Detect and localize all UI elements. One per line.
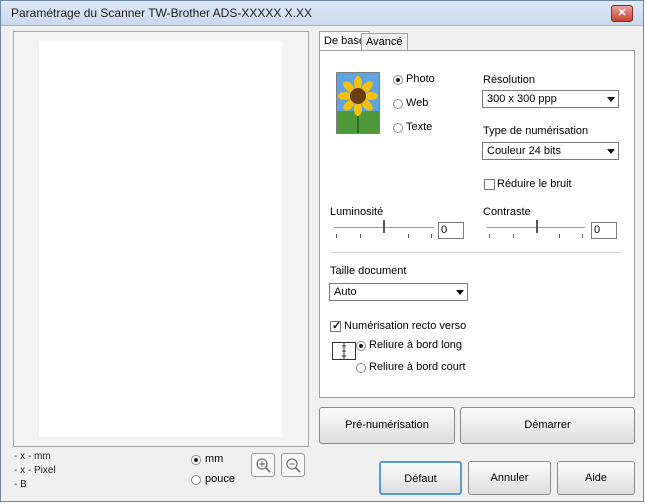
brightness-tick — [360, 234, 361, 238]
chevron-down-icon — [452, 285, 466, 299]
noise-reduction-checkbox[interactable] — [484, 179, 495, 190]
document-size-label: Taille document — [330, 265, 407, 277]
binding-short-edge-label: Reliure à bord court — [369, 361, 466, 373]
image-type-web-radio[interactable] — [393, 99, 403, 109]
cancel-button[interactable]: Annuler — [468, 461, 551, 495]
binding-long-edge-label: Reliure à bord long — [369, 339, 462, 351]
duplex-scan-label: Numérisation recto verso — [344, 320, 467, 332]
contrast-value-field[interactable]: 0 — [591, 222, 617, 239]
close-icon: ✕ — [617, 7, 627, 19]
brightness-tick — [336, 234, 337, 238]
document-size-select[interactable]: Auto — [329, 283, 468, 301]
window-title: Paramétrage du Scanner TW-Brother ADS-XX… — [11, 6, 313, 20]
brightness-slider[interactable] — [334, 220, 434, 242]
prescan-button[interactable]: Pré-numérisation — [319, 407, 455, 444]
tab-advanced[interactable]: Avancé — [361, 33, 408, 50]
brightness-tick — [431, 234, 432, 238]
section-divider — [331, 252, 621, 253]
scan-type-label: Type de numérisation — [483, 125, 589, 137]
contrast-slider[interactable] — [487, 220, 585, 242]
sunflower-icon — [337, 73, 379, 133]
preview-page — [39, 41, 282, 437]
scan-type-value: Couleur 24 bits — [487, 145, 561, 157]
contrast-tick — [582, 234, 583, 238]
resolution-value: 300 x 300 ppp — [487, 93, 557, 105]
contrast-tick — [489, 234, 490, 238]
contrast-label: Contraste — [483, 206, 531, 218]
zoom-in-button[interactable] — [251, 453, 275, 477]
help-button[interactable]: Aide — [557, 461, 635, 495]
resolution-label: Résolution — [483, 74, 535, 86]
start-button[interactable]: Démarrer — [460, 407, 635, 444]
size-bytes-readout: - B — [14, 479, 27, 490]
binding-short-edge-radio[interactable] — [356, 363, 366, 373]
resolution-select[interactable]: 300 x 300 ppp — [482, 90, 619, 108]
image-type-web-label: Web — [406, 97, 429, 109]
close-button[interactable]: ✕ — [611, 5, 633, 22]
contrast-tick — [559, 234, 560, 238]
image-type-photo-radio[interactable] — [393, 75, 403, 85]
contrast-thumb[interactable] — [536, 220, 538, 233]
image-type-preview — [336, 72, 380, 134]
image-type-text-radio[interactable] — [393, 123, 403, 133]
title-bar: Paramétrage du Scanner TW-Brother ADS-XX… — [1, 1, 643, 26]
book-binding-icon — [332, 342, 356, 360]
noise-reduction-label: Réduire le bruit — [497, 178, 572, 190]
chevron-down-icon — [603, 92, 617, 106]
size-pixel-readout: - x - Pixel — [14, 465, 56, 476]
brightness-label: Luminosité — [330, 206, 384, 218]
scanner-settings-window: Paramétrage du Scanner TW-Brother ADS-XX… — [0, 0, 644, 502]
image-type-text-label: Texte — [406, 121, 433, 133]
contrast-tick — [513, 234, 514, 238]
scan-type-select[interactable]: Couleur 24 bits — [482, 142, 619, 160]
unit-mm-label: mm — [205, 453, 224, 465]
unit-inch-radio[interactable] — [191, 475, 201, 485]
brightness-thumb[interactable] — [383, 220, 385, 233]
preview-area — [13, 31, 309, 447]
zoom-in-icon — [256, 458, 271, 473]
unit-inch-label: pouce — [205, 473, 235, 485]
binding-long-edge-radio[interactable] — [356, 341, 366, 351]
unit-mm-radio[interactable] — [191, 455, 201, 465]
brightness-value-field[interactable]: 0 — [438, 222, 464, 239]
document-size-value: Auto — [334, 286, 357, 298]
default-button[interactable]: Défaut — [379, 461, 462, 495]
duplex-scan-checkbox[interactable] — [330, 319, 341, 332]
zoom-out-icon — [286, 458, 301, 473]
brightness-tick — [408, 234, 409, 238]
size-mm-readout: - x - mm — [14, 451, 51, 462]
image-type-photo-label: Photo — [406, 73, 435, 85]
zoom-out-button[interactable] — [281, 453, 305, 477]
chevron-down-icon — [603, 144, 617, 158]
